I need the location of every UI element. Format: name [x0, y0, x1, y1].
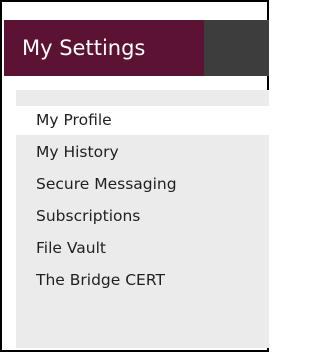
- menu-item-subscriptions[interactable]: Subscriptions: [16, 202, 269, 231]
- menu-item-secure-messaging[interactable]: Secure Messaging: [16, 170, 269, 199]
- menu-item-file-vault[interactable]: File Vault: [16, 234, 269, 263]
- settings-menu-list: My Profile My History Secure Messaging S…: [16, 106, 269, 298]
- header-tab: My Settings: [4, 20, 204, 76]
- settings-panel-frame: My Settings My Profile My History Secure…: [0, 0, 269, 352]
- menu-item-the-bridge-cert[interactable]: The Bridge CERT: [16, 266, 269, 295]
- menu-item-my-profile[interactable]: My Profile: [16, 106, 269, 135]
- page-title: My Settings: [22, 36, 146, 60]
- header-bar: My Settings: [4, 20, 269, 76]
- menu-item-my-history[interactable]: My History: [16, 138, 269, 167]
- settings-menu: My Profile My History Secure Messaging S…: [16, 90, 269, 348]
